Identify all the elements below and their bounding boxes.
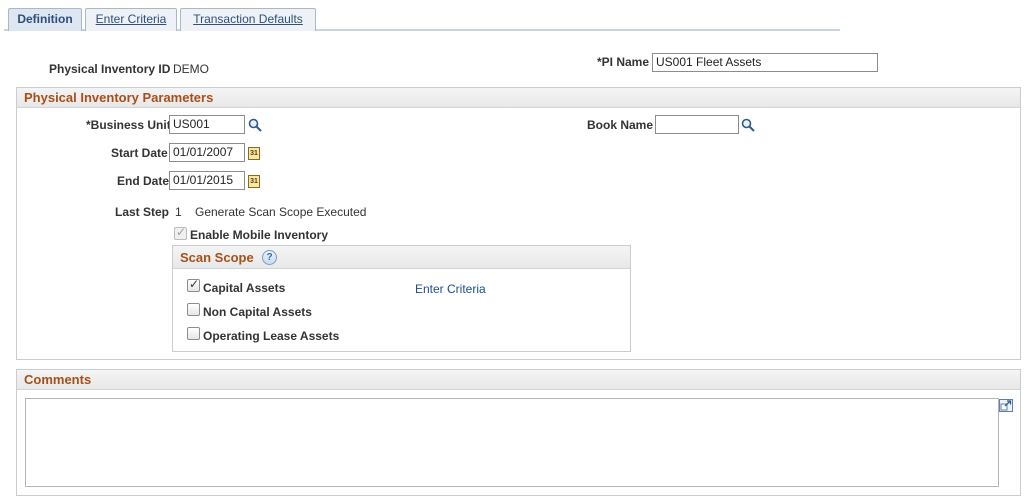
- business-unit-lookup-icon[interactable]: [248, 118, 262, 132]
- book-name-label: Book Name: [587, 118, 654, 132]
- pi-name-label: *PI Name: [597, 55, 650, 69]
- operating-lease-assets-checkbox[interactable]: [187, 327, 200, 340]
- end-date-input[interactable]: 01/01/2015: [169, 171, 245, 190]
- end-date-calendar-icon[interactable]: 31: [248, 175, 260, 188]
- capital-assets-label: Capital Assets: [203, 281, 286, 295]
- business-unit-input[interactable]: US001: [169, 115, 245, 134]
- help-icon[interactable]: ?: [262, 250, 277, 265]
- last-step-label: Last Step: [115, 205, 170, 219]
- comments-title: Comments: [24, 372, 92, 387]
- expand-textarea-icon[interactable]: [999, 399, 1013, 412]
- start-date-label: Start Date: [111, 146, 168, 160]
- non-capital-assets-label: Non Capital Assets: [203, 305, 312, 319]
- scan-scope-header: Scan Scope: [173, 246, 630, 269]
- operating-lease-assets-label: Operating Lease Assets: [203, 329, 340, 343]
- tab-definition-label: Definition: [17, 12, 73, 26]
- tab-definition[interactable]: Definition: [8, 8, 82, 31]
- book-name-input[interactable]: [655, 115, 739, 134]
- capital-assets-checkbox[interactable]: [187, 277, 200, 292]
- enable-mobile-inventory-label: Enable Mobile Inventory: [190, 228, 329, 242]
- tab-transaction-defaults-label: Transaction Defaults: [193, 12, 303, 26]
- physical-inventory-id-value: DEMO: [173, 62, 209, 76]
- enable-mobile-inventory-checkbox[interactable]: [174, 225, 187, 240]
- section-title: Physical Inventory Parameters: [24, 90, 214, 105]
- comments-header: Comments: [17, 370, 1020, 390]
- tab-transaction-defaults[interactable]: Transaction Defaults: [180, 8, 316, 31]
- pi-name-input[interactable]: US001 Fleet Assets: [652, 53, 878, 72]
- last-step-text: Generate Scan Scope Executed: [195, 205, 367, 219]
- start-date-input[interactable]: 01/01/2007: [169, 143, 245, 162]
- start-date-calendar-icon[interactable]: 31: [248, 147, 260, 160]
- comments-textarea[interactable]: [25, 398, 999, 487]
- enter-criteria-link[interactable]: Enter Criteria: [415, 282, 486, 296]
- last-step-number: 1: [175, 205, 182, 219]
- scan-scope-title: Scan Scope: [180, 250, 254, 265]
- section-header: Physical Inventory Parameters: [17, 88, 1020, 108]
- end-date-label: End Date: [117, 174, 170, 188]
- physical-inventory-id-label: Physical Inventory ID: [49, 62, 171, 76]
- business-unit-label: *Business Unit: [86, 118, 171, 132]
- book-name-lookup-icon[interactable]: [741, 118, 755, 132]
- tab-enter-criteria[interactable]: Enter Criteria: [85, 8, 177, 31]
- tab-enter-criteria-label: Enter Criteria: [95, 12, 167, 26]
- non-capital-assets-checkbox[interactable]: [187, 303, 200, 316]
